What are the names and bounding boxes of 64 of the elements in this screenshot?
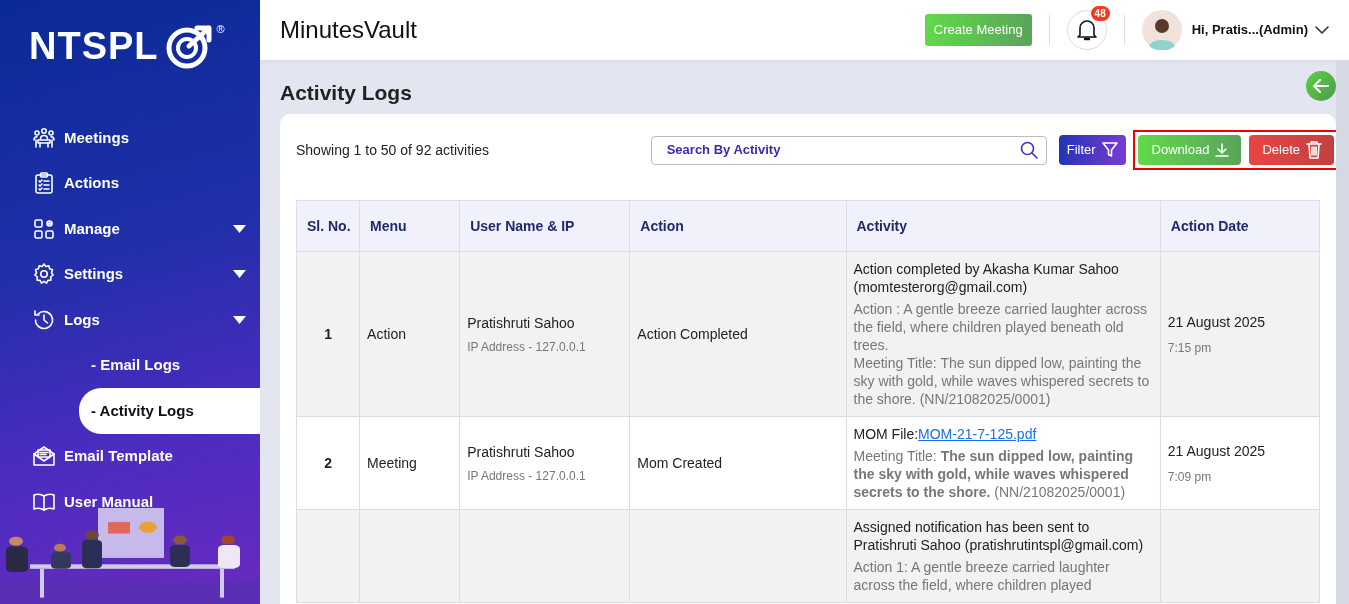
sidebar-item[interactable]: Email Template bbox=[0, 433, 260, 479]
sidebar-item[interactable]: Actions bbox=[0, 160, 260, 206]
sidebar-subitem[interactable]: - Email Logs bbox=[0, 342, 260, 388]
action-time: 7:15 pm bbox=[1167, 339, 1213, 357]
column-header[interactable]: User Name & IP bbox=[459, 200, 630, 252]
table-cell: 2 bbox=[296, 416, 360, 510]
clipboard-icon bbox=[32, 171, 56, 196]
sidebar-subitem[interactable]: - Activity Logs bbox=[79, 388, 260, 434]
app-title: MinutesVault bbox=[280, 15, 418, 45]
logo-text: NTSPL bbox=[29, 24, 159, 68]
user-greeting[interactable]: Hi, Pratis...(Admin) bbox=[1191, 20, 1308, 40]
grid-icon bbox=[32, 216, 56, 241]
back-button[interactable] bbox=[1306, 70, 1336, 101]
activity-label: MOM File: bbox=[853, 426, 919, 443]
ip-address: IP Address - 127.0.0.1 bbox=[467, 338, 587, 356]
activity-detail: Meeting Title: The sun dipped low, painting the sky with gold, while waves whispered secrets to the shore. (NN/21082025/0001) bbox=[853, 354, 1151, 409]
action-date: 21 August 2025 bbox=[1167, 312, 1267, 332]
avatar[interactable] bbox=[1141, 10, 1182, 50]
activity-detail: Meeting Title: The sun dipped low, painting the sky with gold, while waves whispered secrets to the shore. (NN/21082025/0001) bbox=[853, 447, 1134, 502]
trash-icon bbox=[1306, 141, 1322, 160]
sidebar-item[interactable]: Settings bbox=[0, 251, 260, 297]
people-icon bbox=[32, 125, 56, 150]
filter-button[interactable]: Filter bbox=[1058, 135, 1126, 166]
history-icon bbox=[32, 307, 56, 332]
registered-mark: ® bbox=[216, 24, 225, 35]
search-icon bbox=[1019, 141, 1038, 160]
logo-mark-icon bbox=[164, 24, 215, 70]
ip-address: IP Address - 127.0.0.1 bbox=[467, 467, 587, 485]
activity-text: Assigned notification has been sent to Pratishruti Sahoo (pratishrutintspl@gmail.com) bbox=[853, 518, 1145, 555]
page-title: Activity Logs bbox=[280, 80, 412, 106]
gear-icon bbox=[32, 262, 56, 287]
back-arrow-icon bbox=[1313, 78, 1329, 93]
bell-icon bbox=[1075, 18, 1098, 42]
sidebar-item[interactable]: Manage bbox=[0, 206, 260, 252]
action-time: 7:09 pm bbox=[1167, 468, 1213, 486]
file-link[interactable]: MOM-21-7-125.pdf bbox=[918, 426, 1037, 443]
table-cell: Action Completed bbox=[629, 251, 846, 417]
result-summary: Showing 1 to 50 of 92 activities bbox=[296, 140, 490, 160]
column-header[interactable]: Sl. No. bbox=[296, 200, 360, 252]
activity-detail: Action : A gentle breeze carried laughter across the field, where children played beneath old trees. bbox=[853, 300, 1148, 355]
column-header[interactable]: Menu bbox=[359, 200, 460, 252]
table-cell: Mom Created bbox=[629, 416, 846, 510]
column-header[interactable]: Activity bbox=[846, 200, 1161, 252]
envelope-icon bbox=[32, 444, 56, 469]
column-header[interactable]: Action bbox=[629, 200, 846, 252]
download-icon bbox=[1215, 143, 1230, 158]
sidebar-item[interactable]: Meetings bbox=[0, 115, 260, 161]
user-name: Pratishruti Sahoo bbox=[467, 313, 576, 333]
notification-badge: 48 bbox=[1090, 6, 1110, 21]
action-date: 21 August 2025 bbox=[1167, 441, 1267, 461]
sidebar-item[interactable]: Logs bbox=[0, 297, 260, 343]
scrollbar[interactable] bbox=[1336, 60, 1349, 604]
chevron-down-icon bbox=[1315, 26, 1329, 34]
user-name: Pratishruti Sahoo bbox=[467, 442, 576, 462]
column-header[interactable]: Action Date bbox=[1160, 200, 1320, 252]
activity-detail: Action 1: A gentle breeze carried laughter across the field, where children played bbox=[853, 558, 1111, 595]
table-cell: Meeting bbox=[359, 416, 460, 510]
activity-text: Action completed by Akasha Kumar Sahoo (momtesterorg@gmail.com) bbox=[853, 260, 1120, 297]
table-cell: Action bbox=[359, 251, 460, 417]
filter-icon bbox=[1101, 142, 1118, 159]
table-cell: 1 bbox=[296, 251, 360, 417]
search-box[interactable]: Search By Activity bbox=[650, 135, 1047, 165]
delete-button[interactable]: Delete bbox=[1249, 135, 1334, 166]
sidebar-item[interactable]: User Manual bbox=[0, 479, 260, 525]
